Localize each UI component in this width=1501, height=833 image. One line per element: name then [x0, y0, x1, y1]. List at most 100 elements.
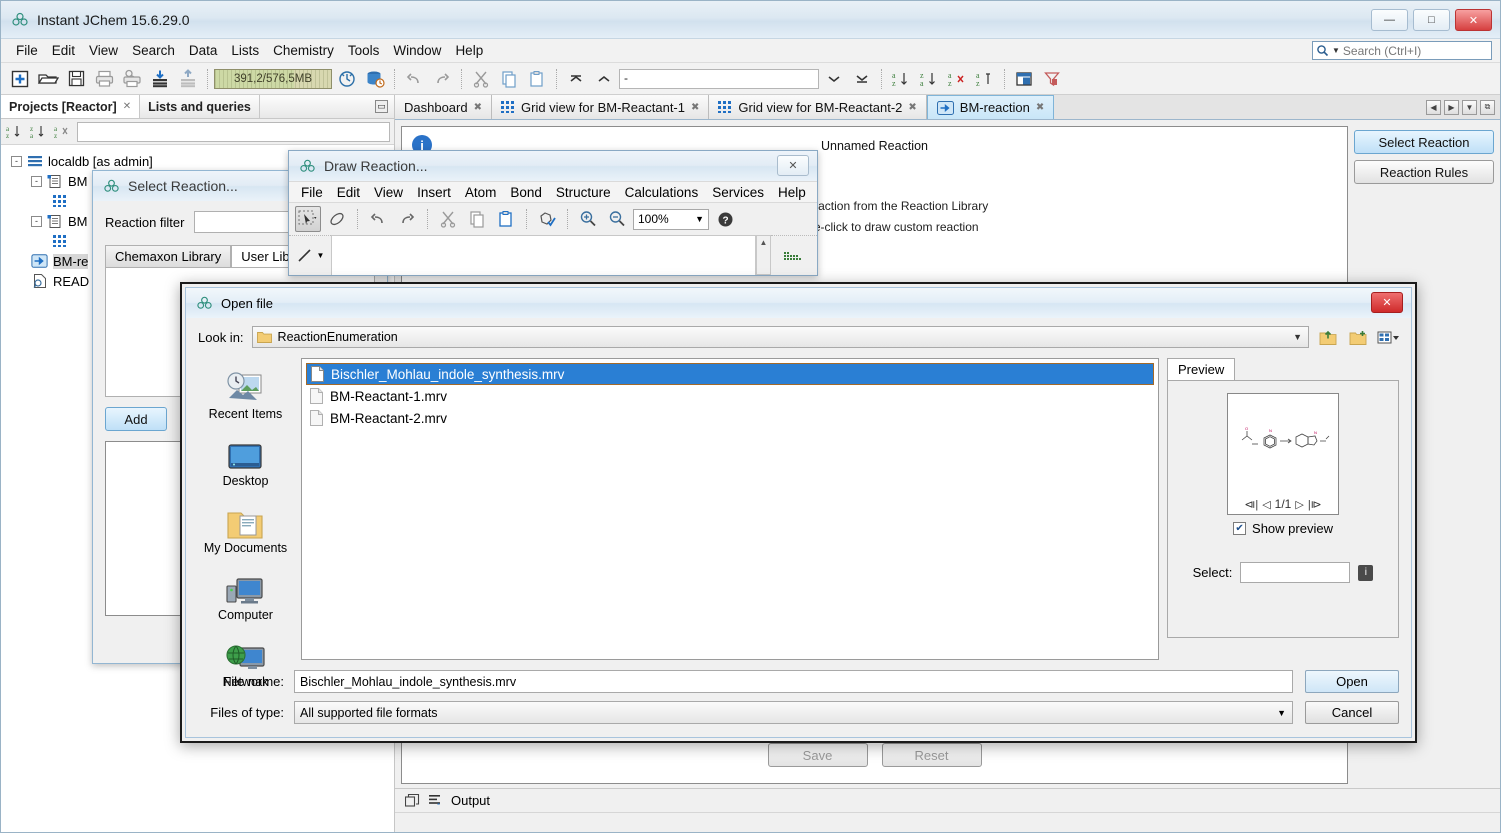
- files-of-type-select[interactable]: All supported file formats ▼: [294, 701, 1293, 724]
- tabs-list-icon[interactable]: ▼: [1462, 100, 1477, 115]
- up-one-level-icon[interactable]: [1317, 326, 1339, 348]
- menu-item-edit[interactable]: Edit: [45, 41, 82, 60]
- clear-filter-icon[interactable]: [1039, 66, 1065, 92]
- place-desktop[interactable]: Desktop: [223, 443, 269, 488]
- draw-menu-bond[interactable]: Bond: [504, 184, 548, 201]
- gc-icon[interactable]: [334, 66, 360, 92]
- next-record-icon[interactable]: [821, 66, 847, 92]
- output-label[interactable]: Output: [451, 793, 490, 808]
- file-list[interactable]: Bischler_Mohlau_indole_synthesis.mrv BM-…: [301, 358, 1159, 660]
- open-file-close-button[interactable]: ✕: [1371, 292, 1403, 313]
- undo-icon-2[interactable]: [365, 206, 391, 232]
- place-my-documents[interactable]: My Documents: [204, 510, 287, 555]
- pane-tab-lists-and-queries[interactable]: Lists and queries: [140, 95, 260, 118]
- draw-menu-calculations[interactable]: Calculations: [619, 184, 705, 201]
- previous-record-icon[interactable]: [591, 66, 617, 92]
- periodic-table-tool-icon[interactable]: [771, 235, 817, 275]
- tree-sort-desc-icon[interactable]: za: [29, 122, 49, 142]
- chevron-down-icon-filetype[interactable]: ▼: [1277, 708, 1286, 718]
- database-history-icon[interactable]: [362, 66, 388, 92]
- left-pane-minimize-icon[interactable]: ▭: [375, 100, 388, 113]
- preview-first-icon[interactable]: ⧏|: [1244, 498, 1258, 511]
- menu-item-help[interactable]: Help: [448, 41, 490, 60]
- record-combo[interactable]: -: [619, 69, 819, 89]
- tabs-maximize-icon[interactable]: ⧉: [1480, 100, 1495, 115]
- tab-bm-reaction-close-icon[interactable]: ✖: [1036, 102, 1044, 113]
- tab-grid-view-bm-reactant-1[interactable]: Grid view for BM-Reactant-1 ✖: [492, 95, 709, 119]
- tab-chemaxon-library[interactable]: Chemaxon Library: [105, 245, 231, 267]
- preview-prev-icon[interactable]: ◁: [1262, 498, 1270, 511]
- tab-bm-reaction[interactable]: BM-reaction ✖: [927, 95, 1054, 119]
- draw-menu-structure[interactable]: Structure: [550, 184, 617, 201]
- first-record-icon[interactable]: [563, 66, 589, 92]
- open-icon[interactable]: [35, 66, 61, 92]
- look-in-combo[interactable]: ReactionEnumeration ▼: [252, 326, 1309, 348]
- chevron-down-icon-lookin[interactable]: ▼: [1293, 332, 1302, 342]
- reaction-rules-button[interactable]: Reaction Rules: [1354, 160, 1494, 184]
- output-icon[interactable]: [428, 794, 443, 807]
- preview-last-icon[interactable]: |⧐: [1308, 498, 1322, 511]
- menu-item-window[interactable]: Window: [386, 41, 448, 60]
- draw-menu-insert[interactable]: Insert: [411, 184, 457, 201]
- reset-button[interactable]: Reset: [882, 743, 982, 767]
- menu-item-file[interactable]: File: [9, 41, 45, 60]
- file-name-input[interactable]: Bischler_Mohlau_indole_synthesis.mrv: [294, 670, 1293, 693]
- add-reaction-button[interactable]: Add: [105, 407, 167, 431]
- tabs-next-icon[interactable]: ▶: [1444, 100, 1459, 115]
- tree-expander-icon-2[interactable]: -: [31, 176, 42, 187]
- draw-menu-file[interactable]: File: [295, 184, 329, 201]
- draw-menu-services[interactable]: Services: [706, 184, 770, 201]
- pane-tab-projects[interactable]: Projects [Reactor] ✕: [1, 95, 140, 118]
- draw-canvas-scrollbar[interactable]: ▲: [756, 235, 771, 275]
- last-record-icon[interactable]: [849, 66, 875, 92]
- file-row-selected[interactable]: Bischler_Mohlau_indole_synthesis.mrv: [306, 363, 1154, 385]
- chevron-down-icon[interactable]: ▼: [695, 214, 704, 224]
- menu-item-view[interactable]: View: [82, 41, 125, 60]
- new-folder-icon[interactable]: [1347, 326, 1369, 348]
- draw-menu-view[interactable]: View: [368, 184, 409, 201]
- cancel-button[interactable]: Cancel: [1305, 701, 1399, 724]
- tab-grid1-close-icon[interactable]: ✖: [691, 102, 699, 113]
- draw-reaction-canvas[interactable]: [331, 235, 756, 275]
- paste-icon-2[interactable]: [493, 206, 519, 232]
- tree-filter-input[interactable]: [77, 122, 390, 142]
- zoom-level-select[interactable]: 100% ▼: [633, 209, 709, 230]
- place-recent-items[interactable]: Recent Items: [209, 372, 283, 421]
- clear-sort-icon[interactable]: az: [944, 66, 970, 92]
- eraser-icon[interactable]: [324, 206, 350, 232]
- tree-clear-sort-icon[interactable]: az: [53, 122, 73, 142]
- bond-tool-caret-icon[interactable]: ▼: [317, 251, 325, 260]
- sort-ascending-icon[interactable]: az: [888, 66, 914, 92]
- draw-menu-edit[interactable]: Edit: [331, 184, 366, 201]
- sort-settings-icon[interactable]: az: [972, 66, 998, 92]
- menu-item-lists[interactable]: Lists: [224, 41, 266, 60]
- close-button[interactable]: ✕: [1455, 9, 1492, 31]
- tree-expander-icon-3[interactable]: -: [31, 216, 42, 227]
- detach-window-icon[interactable]: [1011, 66, 1037, 92]
- tree-expander-icon[interactable]: -: [11, 156, 22, 167]
- tree-sort-asc-icon[interactable]: az: [5, 122, 25, 142]
- menu-item-data[interactable]: Data: [182, 41, 225, 60]
- file-row[interactable]: BM-Reactant-1.mrv: [306, 385, 1154, 407]
- import-icon[interactable]: [147, 66, 173, 92]
- maximize-button[interactable]: □: [1413, 9, 1450, 31]
- zoom-out-icon[interactable]: [604, 206, 630, 232]
- view-menu-icon[interactable]: [1377, 326, 1399, 348]
- minimize-button[interactable]: —: [1371, 9, 1408, 31]
- select-reaction-button[interactable]: Select Reaction: [1354, 130, 1494, 154]
- pane-tab-projects-close-icon[interactable]: ✕: [123, 101, 131, 112]
- open-button[interactable]: Open: [1305, 670, 1399, 693]
- tabs-prev-icon[interactable]: ◀: [1426, 100, 1441, 115]
- menu-item-search[interactable]: Search: [125, 41, 182, 60]
- show-preview-checkbox-row[interactable]: ✔ Show preview: [1233, 521, 1333, 536]
- sort-descending-icon[interactable]: za: [916, 66, 942, 92]
- check-structure-icon[interactable]: [534, 206, 560, 232]
- draw-reaction-close-button[interactable]: ✕: [777, 155, 809, 176]
- file-row[interactable]: BM-Reactant-2.mrv: [306, 407, 1154, 429]
- menu-item-tools[interactable]: Tools: [341, 41, 387, 60]
- preview-next-icon[interactable]: ▷: [1295, 498, 1303, 511]
- save-button[interactable]: Save: [768, 743, 868, 767]
- tab-grid-view-bm-reactant-2[interactable]: Grid view for BM-Reactant-2 ✖: [709, 95, 926, 119]
- tab-dashboard-close-icon[interactable]: ✖: [474, 102, 482, 113]
- tab-preview[interactable]: Preview: [1167, 358, 1235, 380]
